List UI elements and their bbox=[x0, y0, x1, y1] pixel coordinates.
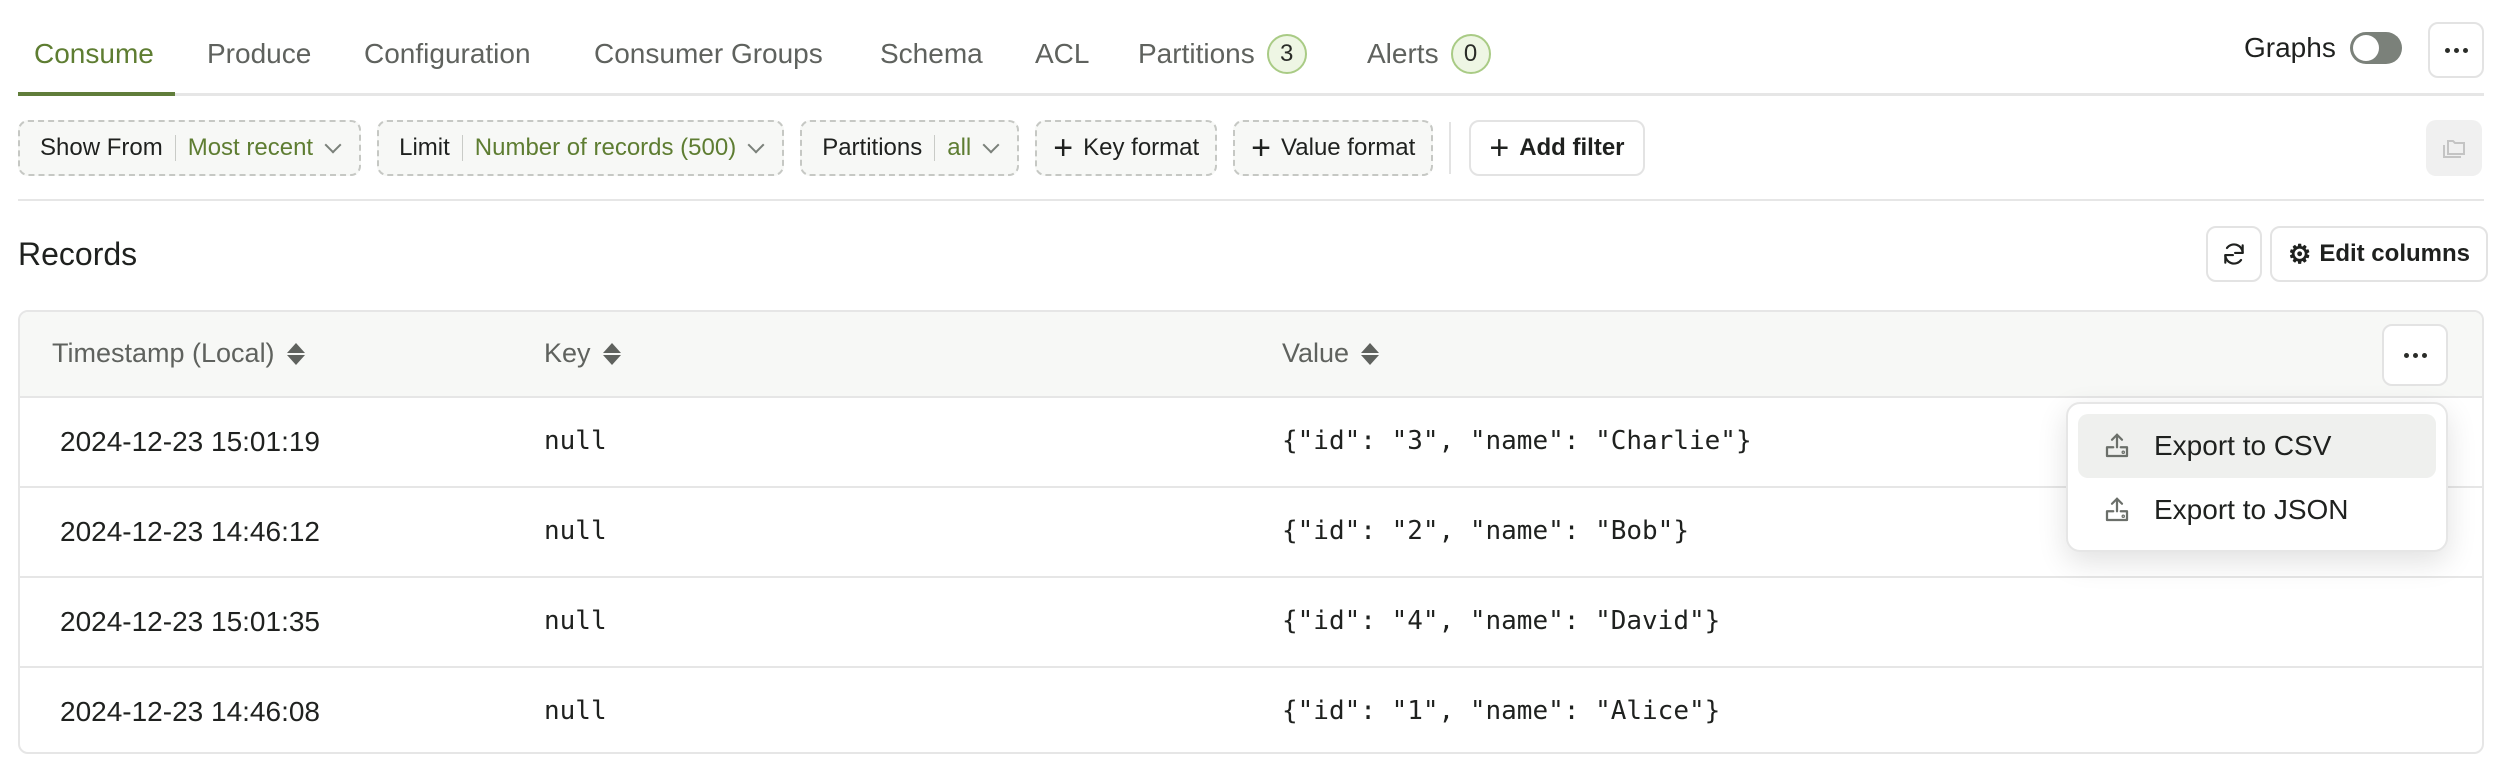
filter-value: Number of records (500) bbox=[474, 134, 737, 161]
menu-item-label: Export to CSV bbox=[2154, 430, 2332, 461]
toggle-knob bbox=[2352, 35, 2379, 61]
tab-label: Alerts bbox=[1367, 38, 1439, 69]
saved-filters-button[interactable] bbox=[2426, 120, 2482, 176]
tab-produce[interactable]: Produce bbox=[207, 38, 311, 70]
export-json-menu-item[interactable]: Export to JSON bbox=[2078, 478, 2436, 542]
sort-icon bbox=[286, 342, 305, 365]
table-header: Timestamp (Local) Key Value bbox=[20, 312, 2482, 396]
folders-icon bbox=[2443, 140, 2465, 158]
tab-alerts[interactable]: Alerts 0 bbox=[1367, 34, 1491, 74]
add-filter-button[interactable]: + Add filter bbox=[1469, 120, 1645, 176]
show-from-filter[interactable]: Show From Most recent bbox=[18, 120, 362, 176]
timestamp-cell: 2024-12-23 15:01:19 bbox=[60, 426, 320, 457]
button-label: Value format bbox=[1281, 134, 1416, 161]
partitions-count-badge: 3 bbox=[1266, 34, 1307, 74]
tab-label: Consume bbox=[34, 38, 154, 69]
filter-value: all bbox=[947, 134, 972, 161]
divider bbox=[18, 199, 2484, 201]
key-cell: null bbox=[544, 606, 607, 636]
timestamp-cell: 2024-12-23 14:46:08 bbox=[60, 696, 320, 727]
menu-item-label: Export to JSON bbox=[2154, 494, 2349, 525]
ellipsis-icon bbox=[2403, 352, 2427, 358]
timestamp-cell: 2024-12-23 15:01:35 bbox=[60, 606, 320, 637]
partitions-filter[interactable]: Partitions all bbox=[800, 120, 1020, 176]
filter-label: Limit bbox=[399, 134, 450, 161]
tab-consume[interactable]: Consume bbox=[34, 38, 154, 70]
key-cell: null bbox=[544, 516, 607, 546]
records-title: Records bbox=[18, 236, 138, 272]
column-header-timestamp[interactable]: Timestamp (Local) bbox=[52, 338, 305, 369]
tab-schema[interactable]: Schema bbox=[880, 38, 983, 70]
topic-tabs: Consume Produce Configuration Consumer G… bbox=[18, 0, 2484, 96]
button-label: Edit columns bbox=[2319, 240, 2470, 267]
tab-label: Configuration bbox=[364, 38, 531, 69]
chevron-down-icon bbox=[324, 136, 342, 154]
tab-configuration[interactable]: Configuration bbox=[364, 38, 531, 70]
button-label: Key format bbox=[1083, 134, 1200, 161]
graphs-label: Graphs bbox=[2244, 32, 2336, 63]
column-header-key[interactable]: Key bbox=[544, 338, 621, 369]
filter-value: Most recent bbox=[187, 134, 314, 161]
plus-icon: + bbox=[1489, 129, 1510, 167]
table-row[interactable]: 2024-12-23 15:01:35 null {"id": "4", "na… bbox=[20, 576, 2482, 666]
plus-icon: + bbox=[1251, 129, 1272, 167]
key-format-button[interactable]: + Key format bbox=[1035, 120, 1218, 176]
export-menu: Export to CSV Export to JSON bbox=[2066, 402, 2448, 552]
sort-icon bbox=[1361, 342, 1380, 365]
tab-label: ACL bbox=[1035, 38, 1090, 69]
tab-label: Produce bbox=[207, 38, 312, 69]
ellipsis-icon bbox=[2444, 47, 2468, 53]
value-cell: {"id": "4", "name": "David"} bbox=[1282, 606, 1721, 636]
key-cell: null bbox=[544, 426, 607, 456]
upload-icon bbox=[2105, 497, 2129, 522]
divider bbox=[1449, 122, 1452, 174]
column-label: Key bbox=[544, 338, 591, 368]
filter-label: Show From bbox=[40, 134, 163, 161]
chevron-down-icon bbox=[982, 136, 1000, 154]
active-tab-indicator bbox=[18, 92, 175, 96]
more-options-button[interactable] bbox=[2428, 22, 2484, 78]
limit-filter[interactable]: Limit Number of records (500) bbox=[377, 120, 785, 176]
plus-icon: + bbox=[1053, 129, 1074, 167]
tab-acl[interactable]: ACL bbox=[1035, 38, 1089, 70]
timestamp-cell: 2024-12-23 14:46:12 bbox=[60, 516, 320, 547]
refresh-icon bbox=[2224, 243, 2244, 265]
filter-bar: Show From Most recent Limit Number of re… bbox=[18, 120, 1645, 176]
table-row[interactable]: 2024-12-23 14:46:08 null {"id": "1", "na… bbox=[20, 666, 2482, 752]
tab-label: Consumer Groups bbox=[594, 38, 823, 69]
column-header-value[interactable]: Value bbox=[1282, 338, 1380, 369]
button-label: Add filter bbox=[1519, 134, 1625, 161]
filter-label: Partitions bbox=[822, 134, 923, 161]
upload-icon bbox=[2105, 433, 2129, 458]
value-cell: {"id": "2", "name": "Bob"} bbox=[1282, 516, 1689, 546]
value-cell: {"id": "1", "name": "Alice"} bbox=[1282, 696, 1721, 726]
tab-label: Partitions bbox=[1138, 38, 1255, 69]
chevron-down-icon bbox=[747, 136, 765, 154]
column-label: Timestamp (Local) bbox=[52, 338, 275, 368]
alerts-count-badge: 0 bbox=[1450, 34, 1491, 74]
edit-columns-button[interactable]: ⚙ Edit columns bbox=[2270, 226, 2488, 282]
key-cell: null bbox=[544, 696, 607, 726]
sort-icon bbox=[602, 342, 621, 365]
tab-consumer-groups[interactable]: Consumer Groups bbox=[594, 38, 823, 70]
refresh-button[interactable] bbox=[2206, 226, 2262, 282]
column-label: Value bbox=[1282, 338, 1350, 368]
tab-partitions[interactable]: Partitions 3 bbox=[1138, 34, 1307, 74]
gear-icon: ⚙ bbox=[2288, 238, 2312, 269]
tab-label: Schema bbox=[880, 38, 983, 69]
graphs-toggle[interactable] bbox=[2349, 32, 2402, 64]
export-csv-menu-item[interactable]: Export to CSV bbox=[2078, 414, 2436, 478]
table-actions-button[interactable] bbox=[2382, 324, 2448, 386]
value-cell: {"id": "3", "name": "Charlie"} bbox=[1282, 426, 1752, 456]
value-format-button[interactable]: + Value format bbox=[1233, 120, 1434, 176]
graphs-toggle-group: Graphs bbox=[2244, 32, 2402, 64]
